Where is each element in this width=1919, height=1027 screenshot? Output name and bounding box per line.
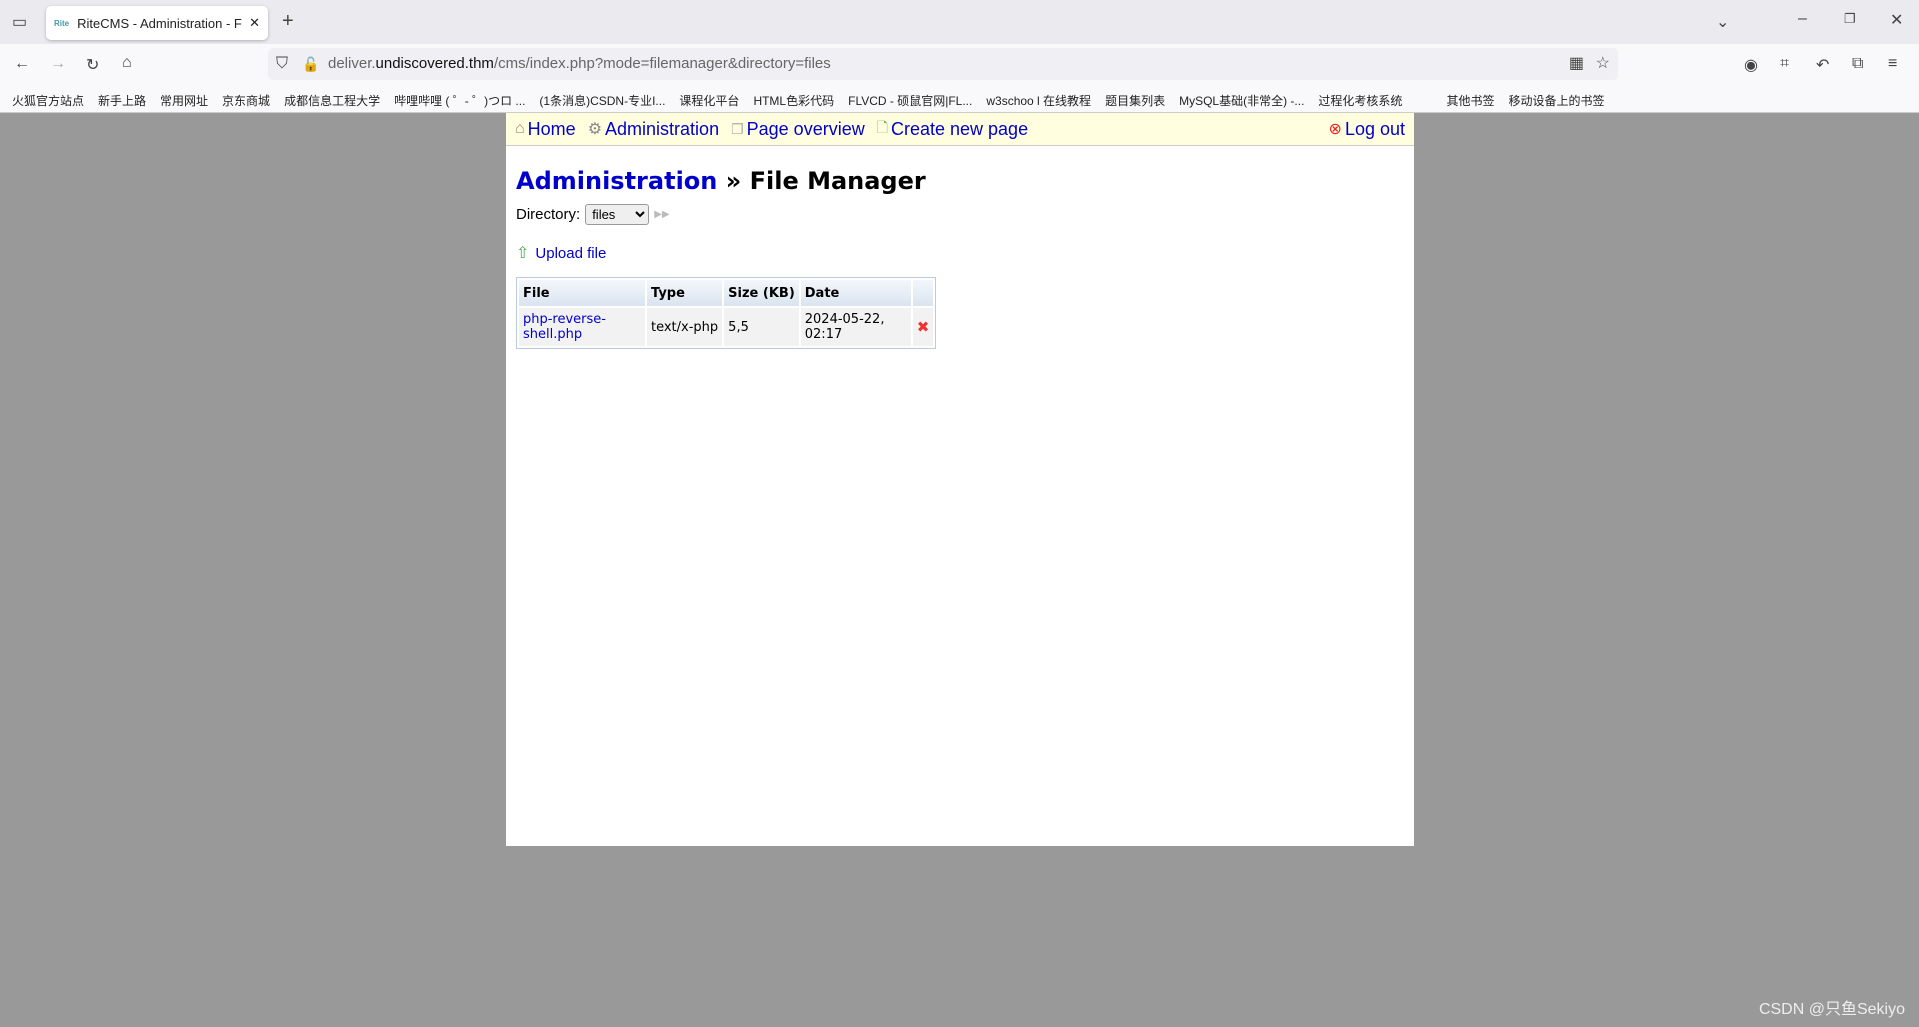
header-file: File — [519, 280, 645, 306]
header-actions — [912, 280, 934, 306]
bookmark-item[interactable]: 成都信息工程大学 — [284, 92, 380, 109]
new-page-icon: 🗋 — [876, 119, 888, 135]
shield-icon[interactable]: ⛉ — [276, 48, 288, 80]
bookmark-item[interactable]: 其他书签 — [1446, 92, 1494, 109]
watermark: CSDN @只鱼Sekiyo — [1758, 1001, 1905, 1018]
bookmark-item[interactable]: 哔哩哔哩 ( ゜- ゜)つロ ... — [394, 92, 525, 109]
nav-create-new-page-label: Create new page — [890, 118, 1029, 139]
bookmark-item[interactable]: 新手上路 — [98, 92, 146, 109]
directory-label: Directory: — [516, 206, 581, 223]
upload-arrow-icon: ⇧ — [516, 245, 530, 262]
extensions-icon[interactable]: ⧉ — [1852, 55, 1863, 73]
nav-home-label: Home — [527, 118, 576, 139]
url-path: /cms/index.php?mode=filemanager&director… — [493, 55, 831, 72]
star-bookmark-icon[interactable]: ☆ — [1596, 48, 1610, 80]
bookmark-item[interactable]: w3schoo l 在线教程 — [986, 92, 1091, 109]
navigation-toolbar: ← → ↻ ⌂ ⛉ 🔓 deliver.undiscovered.thm/cms… — [0, 44, 1919, 88]
minimize-icon[interactable]: – — [1798, 10, 1807, 28]
bookmark-item[interactable]: 火狐官方站点 — [12, 92, 84, 109]
go-arrow-icon[interactable]: ▶▶ — [654, 209, 669, 220]
pages-icon: ❐ — [731, 120, 744, 137]
file-type: text/x-php — [647, 308, 723, 346]
nav-administration[interactable]: ⚙ Administration — [588, 119, 719, 140]
file-date: 2024-05-22, 02:17 — [800, 308, 911, 346]
delete-icon[interactable]: ✖ — [912, 308, 934, 346]
header-size: Size (KB) — [724, 280, 799, 306]
nav-home[interactable]: ⌂ Home — [515, 119, 576, 140]
url-bar[interactable]: ⛉ 🔓 deliver.undiscovered.thm/cms/index.p… — [268, 48, 1618, 80]
header-type: Type — [647, 280, 723, 306]
bookmark-item[interactable]: 常用网址 — [160, 92, 208, 109]
bookmark-item[interactable]: 京东商城 — [222, 92, 270, 109]
file-size: 5,5 — [724, 308, 799, 346]
chevron-down-icon[interactable]: ⌄ — [1716, 12, 1729, 32]
breadcrumb-administration[interactable]: Administration — [516, 167, 717, 195]
qr-code-icon[interactable]: ▦ — [1569, 48, 1584, 80]
tab-bar: ▭ Rite RiteCMS - Administration - F ✕ + … — [0, 0, 1919, 44]
file-link[interactable]: php-reverse-shell.php — [523, 312, 606, 342]
new-tab-icon[interactable]: + — [282, 10, 294, 33]
bookmark-item[interactable]: HTML色彩代码 — [753, 92, 834, 109]
url-prefix: deliver. — [328, 55, 376, 72]
table-header-row: File Type Size (KB) Date — [519, 280, 934, 306]
bookmark-item[interactable]: 课程化平台 — [679, 92, 739, 109]
back-icon[interactable]: ← — [14, 55, 30, 73]
page-title-text: File Manager — [749, 167, 926, 195]
directory-row: Directory: files ▶▶ — [516, 204, 1414, 225]
bookmark-item[interactable]: FLVCD - 硕鼠官网|FL... — [848, 92, 972, 109]
nav-create-new-page[interactable]: 🗋 Create new page — [877, 117, 1028, 141]
page-title: Administration » File Manager — [516, 167, 1414, 195]
header-date: Date — [800, 280, 911, 306]
restore-icon[interactable]: ❐ — [1844, 11, 1856, 27]
forward-icon[interactable]: → — [50, 55, 66, 73]
crop-icon[interactable]: ⌗ — [1780, 55, 1789, 73]
nav-page-overview-label: Page overview — [746, 118, 865, 139]
bookmark-item[interactable]: MySQL基础(非常全) -... — [1179, 92, 1304, 109]
nav-logout[interactable]: ⊗ Log out — [1329, 119, 1405, 140]
nav-administration-label: Administration — [605, 118, 720, 139]
menu-icon[interactable]: ≡ — [1888, 55, 1897, 73]
undo-icon[interactable]: ↶ — [1816, 55, 1829, 75]
reload-icon[interactable]: ↻ — [86, 55, 99, 75]
bookmark-item[interactable]: 过程化考核系统 — [1318, 92, 1402, 109]
admin-nav: ⌂ Home ⚙ Administration ❐ Page overview 🗋 Cr… — [506, 113, 1414, 146]
account-icon[interactable]: ◉ — [1744, 55, 1758, 75]
file-table: File Type Size (KB) Date php-reverse-she… — [516, 277, 937, 349]
close-window-icon[interactable]: ✕ — [1890, 10, 1903, 30]
tab-title: RiteCMS - Administration - F — [77, 15, 242, 31]
bookmark-item[interactable]: 移动设备上的书签 — [1508, 92, 1604, 109]
upload-file-link[interactable]: Upload file — [535, 245, 606, 262]
bookmark-item[interactable]: (1条消息)CSDN-专业I... — [539, 92, 665, 109]
insecure-lock-icon[interactable]: 🔓 — [302, 48, 319, 80]
tab-list-icon[interactable]: ▭ — [12, 12, 27, 32]
tab-active[interactable]: Rite RiteCMS - Administration - F ✕ — [46, 6, 268, 40]
breadcrumb-separator: » — [717, 167, 750, 195]
table-row: php-reverse-shell.php text/x-php 5,5 202… — [519, 308, 934, 346]
bookmark-item[interactable]: 题目集列表 — [1105, 92, 1165, 109]
upload-row: ⇧ Upload file — [516, 243, 1414, 263]
ritecms-favicon: Rite — [54, 18, 70, 28]
home-icon[interactable]: ⌂ — [122, 54, 132, 72]
gear-icon: ⚙ — [587, 121, 603, 138]
house-icon: ⌂ — [515, 120, 525, 137]
nav-logout-label: Log out — [1344, 118, 1405, 139]
close-tab-icon[interactable]: ✕ — [249, 15, 260, 31]
ritecms-page: ⌂ Home ⚙ Administration ❐ Page overview 🗋 Cr… — [506, 113, 1414, 846]
nav-page-overview[interactable]: ❐ Page overview — [731, 119, 865, 140]
url-domain: undiscovered.thm — [375, 55, 494, 72]
directory-select[interactable]: files — [585, 204, 650, 225]
logout-icon: ⊗ — [1328, 121, 1342, 138]
bookmarks-bar: 火狐官方站点 新手上路 常用网址 京东商城 成都信息工程大学 哔哩哔哩 ( ゜- ゜)つロ… — [0, 88, 1919, 113]
